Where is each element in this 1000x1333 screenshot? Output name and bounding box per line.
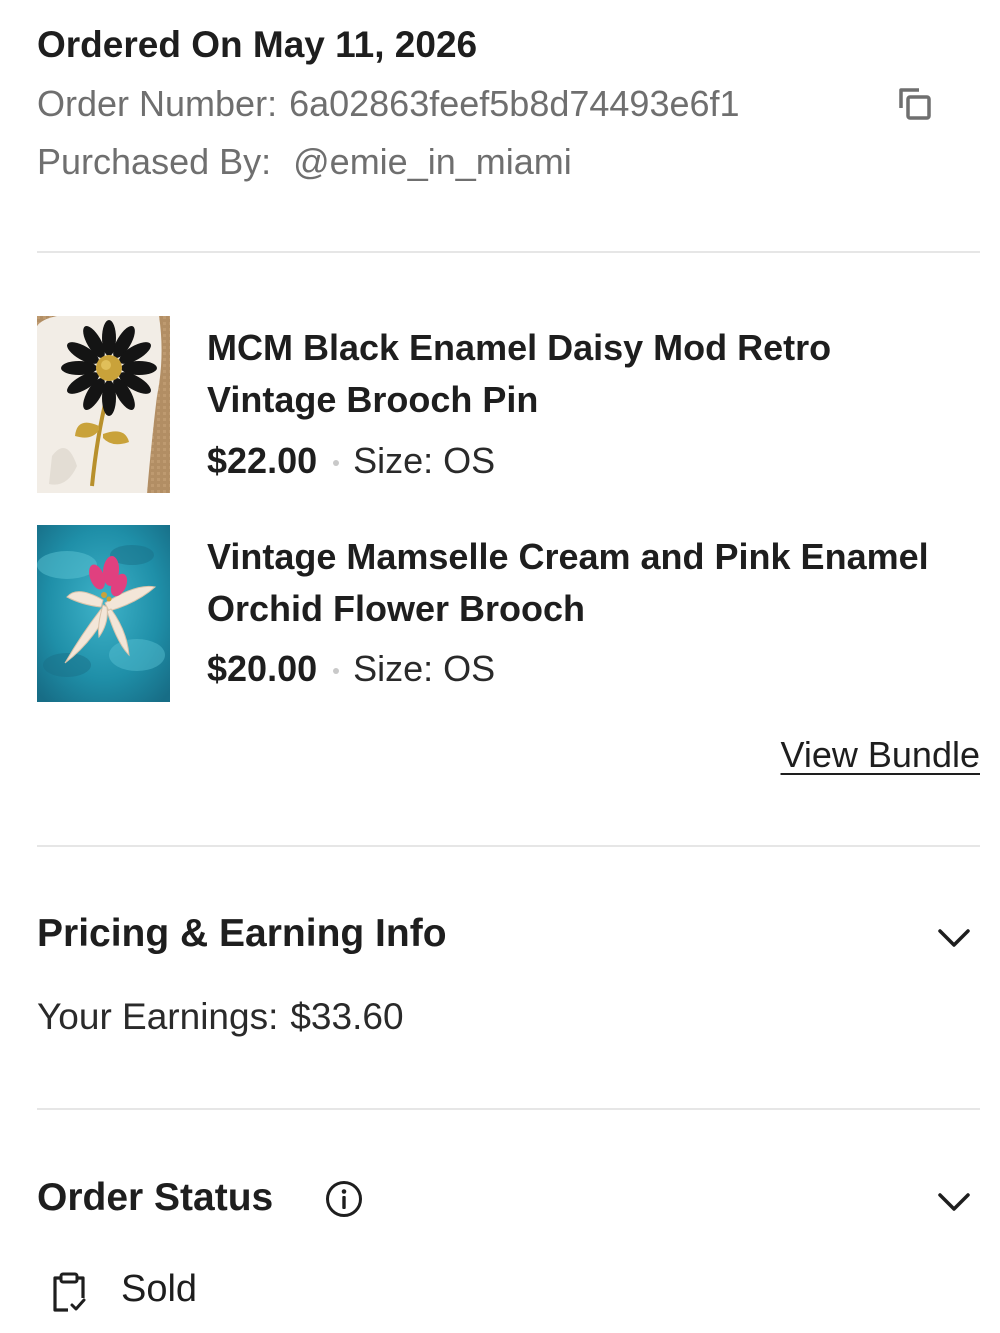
order-status-title: Order Status — [37, 1176, 274, 1219]
order-number-value: 6a02863feef5b8d74493e6f1 — [289, 83, 740, 124]
clipboard-check-icon — [51, 1272, 87, 1314]
item-thumbnail-daisy-brooch[interactable] — [37, 316, 170, 493]
item-price-line: $22.00 Size: OS — [207, 440, 495, 482]
pricing-section-title: Pricing & Earning Info — [37, 912, 447, 955]
item-price: $20.00 — [207, 648, 318, 689]
order-details-page: Ordered On May 11, 2026 Order Number: 6a0… — [37, 0, 980, 1333]
item-size-label: Size: — [353, 648, 434, 689]
earnings-value: $33.60 — [290, 996, 404, 1037]
purchased-by-line: Purchased By: @emie_in_miami — [37, 141, 572, 183]
order-number-label: Order Number: — [37, 83, 278, 124]
item-thumbnail-orchid-brooch[interactable] — [37, 525, 170, 702]
divider — [37, 251, 980, 253]
separator-dot — [333, 460, 340, 467]
copy-icon[interactable] — [897, 86, 933, 122]
order-date-title: Ordered On May 11, 2026 — [37, 24, 478, 65]
purchased-by-user[interactable]: @emie_in_miami — [293, 141, 572, 182]
order-number-line: Order Number: 6a02863feef5b8d74493e6f1 — [37, 83, 740, 125]
chevron-down-icon[interactable] — [936, 1184, 972, 1220]
chevron-down-icon[interactable] — [936, 920, 972, 956]
view-bundle-link[interactable]: View Bundle — [781, 734, 980, 776]
item-price: $22.00 — [207, 440, 318, 481]
item-size-value: OS — [443, 648, 496, 689]
item-size-label: Size: — [353, 440, 434, 481]
item-title[interactable]: Vintage Mamselle Cream and Pink Enamel O… — [207, 531, 947, 635]
list-item[interactable]: MCM Black Enamel Daisy Mod Retro Vintage… — [37, 316, 980, 494]
earnings-line: Your Earnings: $33.60 — [37, 996, 404, 1038]
divider — [37, 1108, 980, 1110]
info-icon[interactable] — [325, 1180, 363, 1218]
item-price-line: $20.00 Size: OS — [207, 648, 495, 690]
purchased-by-label: Purchased By: — [37, 141, 272, 182]
pricing-section-header[interactable]: Pricing & Earning Info — [37, 906, 980, 966]
earnings-label: Your Earnings: — [37, 996, 279, 1037]
divider — [37, 845, 980, 847]
item-title[interactable]: MCM Black Enamel Daisy Mod Retro Vintage… — [207, 322, 947, 426]
list-item[interactable]: Vintage Mamselle Cream and Pink Enamel O… — [37, 525, 980, 703]
item-size-value: OS — [443, 440, 496, 481]
order-status-section-header[interactable]: Order Status — [37, 1170, 980, 1230]
order-status-value: Sold — [121, 1268, 198, 1310]
separator-dot — [333, 668, 340, 675]
